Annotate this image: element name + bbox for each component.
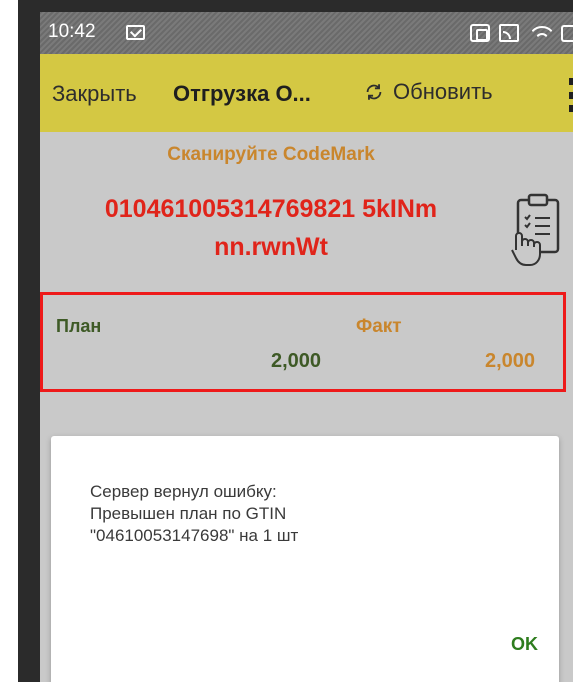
app-screen: 10:42 Закрыть Отгрузка О... Обновить Ска… [40, 12, 573, 682]
device-frame: 10:42 Закрыть Отгрузка О... Обновить Ска… [18, 0, 573, 682]
overflow-menu-icon[interactable] [566, 78, 573, 112]
close-button[interactable]: Закрыть [52, 81, 137, 107]
fact-value: 2,000 [485, 350, 536, 372]
cast-icon [499, 24, 519, 42]
wifi-icon [528, 24, 552, 42]
scanned-code-line1: 010461005314769821 5kINm [104, 195, 438, 223]
ok-button[interactable]: OK [511, 634, 538, 655]
dialog-message: Сервер вернул ошибку: Превышен план по G… [90, 482, 299, 545]
scan-area: Сканируйте CodeMark 010461005314769821 5… [40, 132, 573, 292]
plan-value: 2,000 [271, 350, 322, 372]
refresh-label: Обновить [393, 79, 493, 104]
scanned-code-line2: nn.rwnWt [214, 233, 328, 261]
battery-icon [561, 24, 573, 42]
status-icons [470, 22, 573, 44]
scanned-code: 010461005314769821 5kINm nn.rwnWt [40, 190, 502, 266]
refresh-icon [366, 84, 382, 100]
nfc-icon [470, 24, 490, 42]
scan-prompt: Сканируйте CodeMark [167, 144, 375, 165]
error-dialog: Сервер вернул ошибку: Превышен план по G… [51, 436, 559, 682]
status-bar: 10:42 [40, 12, 573, 54]
page-title: Отгрузка О... [173, 81, 311, 106]
clipboard-tap-icon[interactable] [510, 190, 568, 270]
status-time: 10:42 [48, 21, 96, 42]
refresh-button[interactable]: Обновить [363, 77, 493, 107]
quantity-panel: План Факт 2,000 2,000 [40, 292, 566, 392]
mail-check-icon [126, 25, 145, 40]
plan-label: План [56, 316, 102, 336]
toolbar: Закрыть Отгрузка О... Обновить [40, 54, 573, 132]
fact-label: Факт [356, 316, 402, 337]
